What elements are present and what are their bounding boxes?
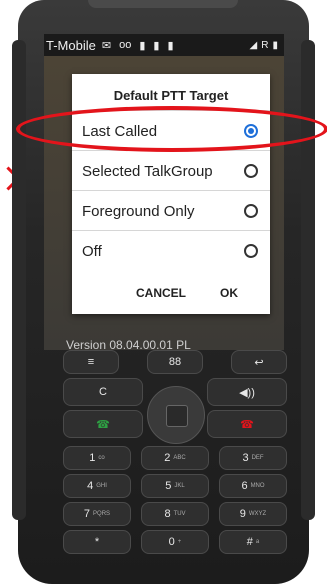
key-2-sub: ABC: [173, 455, 186, 461]
volume-key[interactable]: ◀)): [207, 378, 287, 406]
signal-icon: ◢: [249, 39, 258, 51]
key-0-label: 0: [168, 536, 175, 548]
message-icon: ✉: [101, 39, 112, 52]
phone-top-bezel: [88, 0, 238, 8]
key-6-label: 6: [241, 480, 248, 492]
key-1-sub: co: [98, 455, 105, 461]
key-5-label: 5: [165, 480, 172, 492]
call-key[interactable]: ☎: [63, 410, 143, 438]
key-star-label: *: [94, 536, 100, 548]
apps-key[interactable]: 88: [147, 350, 203, 374]
radio-unselected-icon[interactable]: [244, 204, 258, 218]
key-9[interactable]: 9 WXYZ: [219, 502, 287, 526]
key-6[interactable]: 6 MNO: [219, 474, 287, 498]
key-hash-label: #: [246, 536, 253, 548]
key-8-label: 8: [164, 508, 171, 520]
key-8[interactable]: 8 TUV: [141, 502, 209, 526]
dialog-buttons: CANCEL OK: [72, 280, 270, 310]
status-icons: ✉ oo ▮ ▮ ▮: [102, 39, 174, 52]
option-off[interactable]: Off: [72, 230, 270, 271]
radio-unselected-icon[interactable]: [244, 164, 258, 178]
option-label: Selected TalkGroup: [82, 162, 213, 180]
battery-icon: ▮: [272, 39, 278, 51]
key-3[interactable]: 3 DEF: [219, 446, 287, 470]
status-bar: T-Mobile ✉ oo ▮ ▮ ▮ ◢ R ▮: [44, 34, 284, 56]
ok-button[interactable]: OK: [220, 286, 238, 300]
key-5[interactable]: 5 JKL: [141, 474, 209, 498]
end-call-key[interactable]: ☎: [207, 410, 287, 438]
key-2-label: 2: [164, 452, 171, 464]
key-5-sub: JKL: [174, 483, 185, 489]
key-3-sub: DEF: [251, 455, 264, 461]
option-label: Off: [82, 242, 102, 260]
key-hash-sub: a: [255, 539, 260, 545]
key-hash[interactable]: # a: [219, 530, 287, 554]
key-4-sub: GHI: [96, 483, 107, 489]
dpad[interactable]: [147, 386, 205, 444]
key-1[interactable]: 1 co: [63, 446, 131, 470]
key-0[interactable]: 0 +: [141, 530, 209, 554]
radio-unselected-icon[interactable]: [244, 244, 258, 258]
key-9-sub: WXYZ: [248, 511, 267, 517]
key-6-sub: MNO: [250, 483, 265, 489]
menu-key[interactable]: ≡: [63, 350, 119, 374]
roaming-indicator: R: [261, 39, 269, 51]
status-right: ◢ R ▮: [250, 40, 278, 51]
key-2[interactable]: 2 ABC: [141, 446, 209, 470]
dialog-title: Default PTT Target: [113, 88, 229, 103]
phone-side-left: [12, 40, 26, 520]
key-1-label: 1: [89, 452, 96, 464]
highlight-ellipse: [16, 106, 327, 152]
ptt-icon: ▮: [139, 39, 146, 52]
version-text: Version 08.04.00.01 PL: [66, 338, 191, 350]
key-8-sub: TUV: [173, 511, 186, 517]
key-7-label: 7: [83, 508, 91, 520]
key-9-label: 9: [239, 508, 246, 520]
ptt-icon: ▮: [153, 39, 160, 52]
key-4[interactable]: 4 GHI: [63, 474, 131, 498]
phone-side-right: [301, 40, 315, 520]
key-7[interactable]: 7 PQRS: [63, 502, 131, 526]
cancel-button[interactable]: CANCEL: [136, 286, 186, 300]
option-foreground-only[interactable]: Foreground Only: [72, 190, 270, 231]
key-3-label: 3: [242, 452, 249, 464]
dpad-center-button[interactable]: [166, 405, 188, 427]
key-4-label: 4: [87, 480, 94, 492]
keypad: ≡ 88 ↩ C ◀)) ☎ ☎ 1 co 2 ABC 3 DEF 4 GHI 5 JKL…: [63, 350, 287, 570]
key-0-sub: +: [177, 539, 182, 545]
carrier-name: T-Mobile: [46, 37, 96, 53]
back-key[interactable]: ↩: [231, 350, 287, 374]
option-selected-talkgroup[interactable]: Selected TalkGroup: [72, 150, 270, 191]
key-star[interactable]: *: [63, 530, 131, 554]
voicemail-icon: oo: [119, 38, 132, 51]
clear-key[interactable]: C: [63, 378, 143, 406]
ptt-icon: ▮: [167, 39, 174, 52]
option-label: Foreground Only: [82, 202, 195, 220]
key-7-sub: PQRS: [93, 511, 111, 517]
